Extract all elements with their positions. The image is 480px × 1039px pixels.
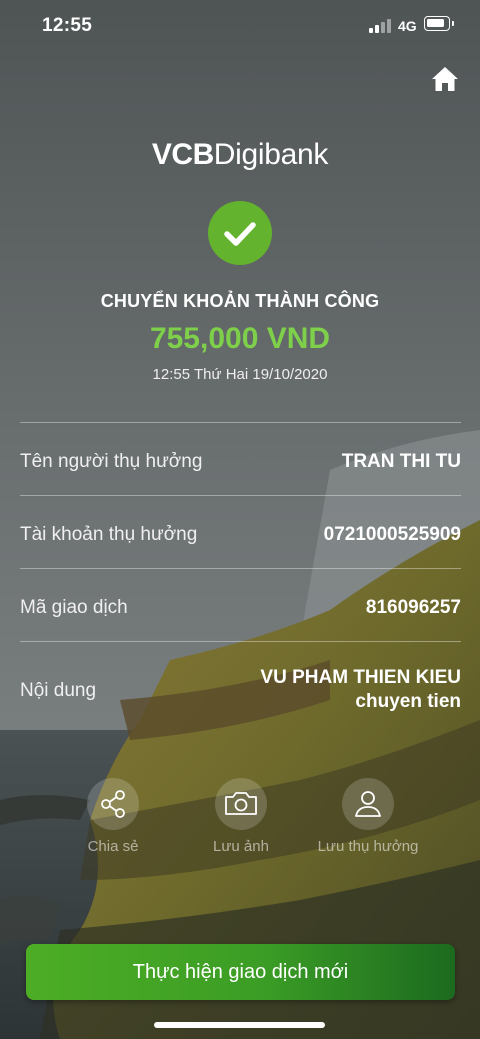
home-button[interactable] xyxy=(430,64,460,94)
transaction-details: Tên người thụ hưởng TRAN THI TU Tài khoả… xyxy=(20,422,461,737)
detail-value: VU PHAM THIEN KIEU chuyen tien xyxy=(260,666,461,714)
detail-row-beneficiary-name: Tên người thụ hưởng TRAN THI TU xyxy=(20,422,461,495)
save-beneficiary-button[interactable]: Lưu thụ hưởng xyxy=(308,778,428,855)
detail-label: Tên người thụ hưởng xyxy=(20,451,203,472)
detail-value: TRAN THI TU xyxy=(341,451,461,472)
new-transaction-label: Thực hiện giao dịch mới xyxy=(132,961,349,983)
share-icon xyxy=(87,778,139,830)
detail-row-content: Nội dung VU PHAM THIEN KIEU chuyen tien xyxy=(20,641,461,737)
action-bar: Chia sẻ Lưu ảnh Lưu thụ hưởng xyxy=(0,778,480,858)
signal-icon xyxy=(369,17,391,33)
transfer-amount: 755,000 VND xyxy=(149,322,331,355)
camera-icon xyxy=(215,778,267,830)
home-icon xyxy=(432,67,458,91)
new-transaction-button[interactable]: Thực hiện giao dịch mới xyxy=(26,944,455,1000)
success-title: CHUYỂN KHOẢN THÀNH CÔNG xyxy=(100,291,380,311)
user-icon xyxy=(342,778,394,830)
detail-value: 816096257 xyxy=(365,597,461,618)
detail-value-line2: chuyen tien xyxy=(355,691,461,712)
detail-label: Mã giao dịch xyxy=(20,597,128,618)
brand-logo: VCBDigibank xyxy=(0,138,480,172)
save-photo-button[interactable]: Lưu ảnh xyxy=(181,778,301,855)
network-type: 4G xyxy=(398,18,417,34)
detail-value-line1: VU PHAM THIEN KIEU xyxy=(260,667,461,688)
save-beneficiary-label: Lưu thụ hưởng xyxy=(317,838,419,855)
brand-part2: Digibank xyxy=(213,138,329,171)
detail-row-transaction-id: Mã giao dịch 816096257 xyxy=(20,568,461,641)
brand-part1: VCB xyxy=(151,138,214,171)
share-label: Chia sẻ xyxy=(87,838,139,855)
save-photo-label: Lưu ảnh xyxy=(213,838,269,855)
detail-value: 0721000525909 xyxy=(323,524,461,545)
status-bar: 12:55 4G xyxy=(0,0,480,54)
detail-row-beneficiary-account: Tài khoản thụ hưởng 0721000525909 xyxy=(20,495,461,568)
status-time: 12:55 xyxy=(42,15,93,36)
detail-label: Nội dung xyxy=(20,680,97,701)
transfer-datetime: 12:55 Thứ Hai 19/10/2020 xyxy=(152,366,328,383)
share-button[interactable]: Chia sẻ xyxy=(53,778,173,855)
battery-icon xyxy=(424,16,454,31)
success-check-icon xyxy=(208,201,272,265)
detail-label: Tài khoản thụ hưởng xyxy=(20,524,198,545)
home-indicator xyxy=(154,1022,325,1028)
